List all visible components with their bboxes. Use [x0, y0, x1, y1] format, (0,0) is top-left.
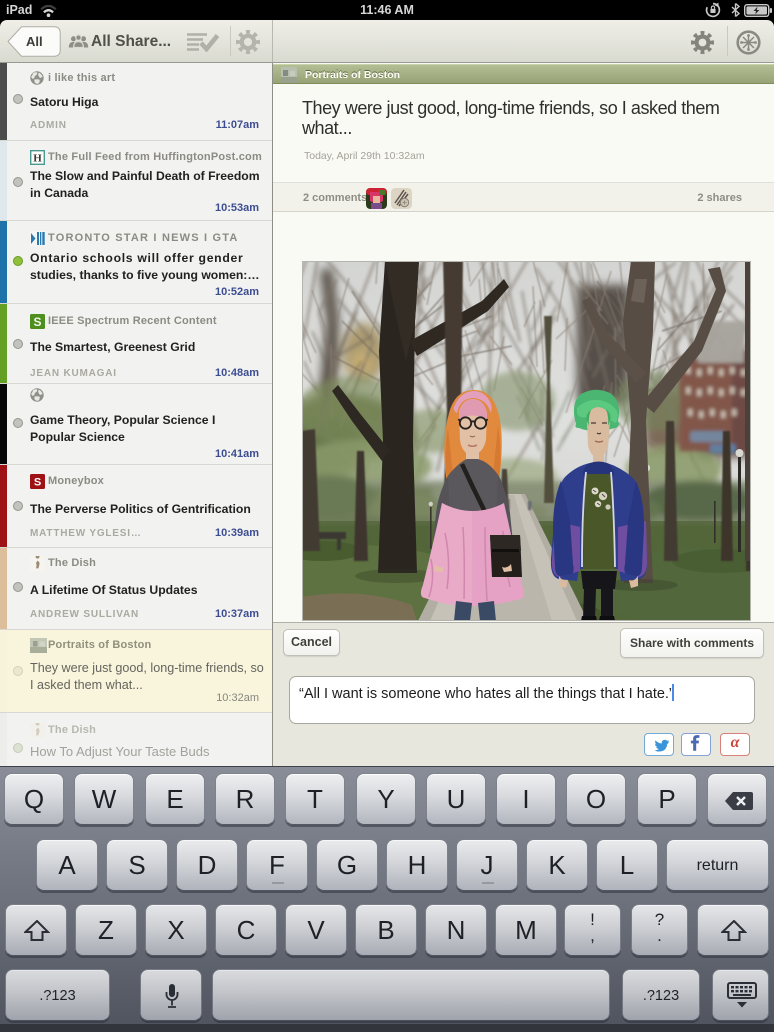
- svg-text:S: S: [33, 315, 41, 329]
- svg-text:H: H: [33, 153, 42, 165]
- svg-text:S: S: [34, 477, 41, 489]
